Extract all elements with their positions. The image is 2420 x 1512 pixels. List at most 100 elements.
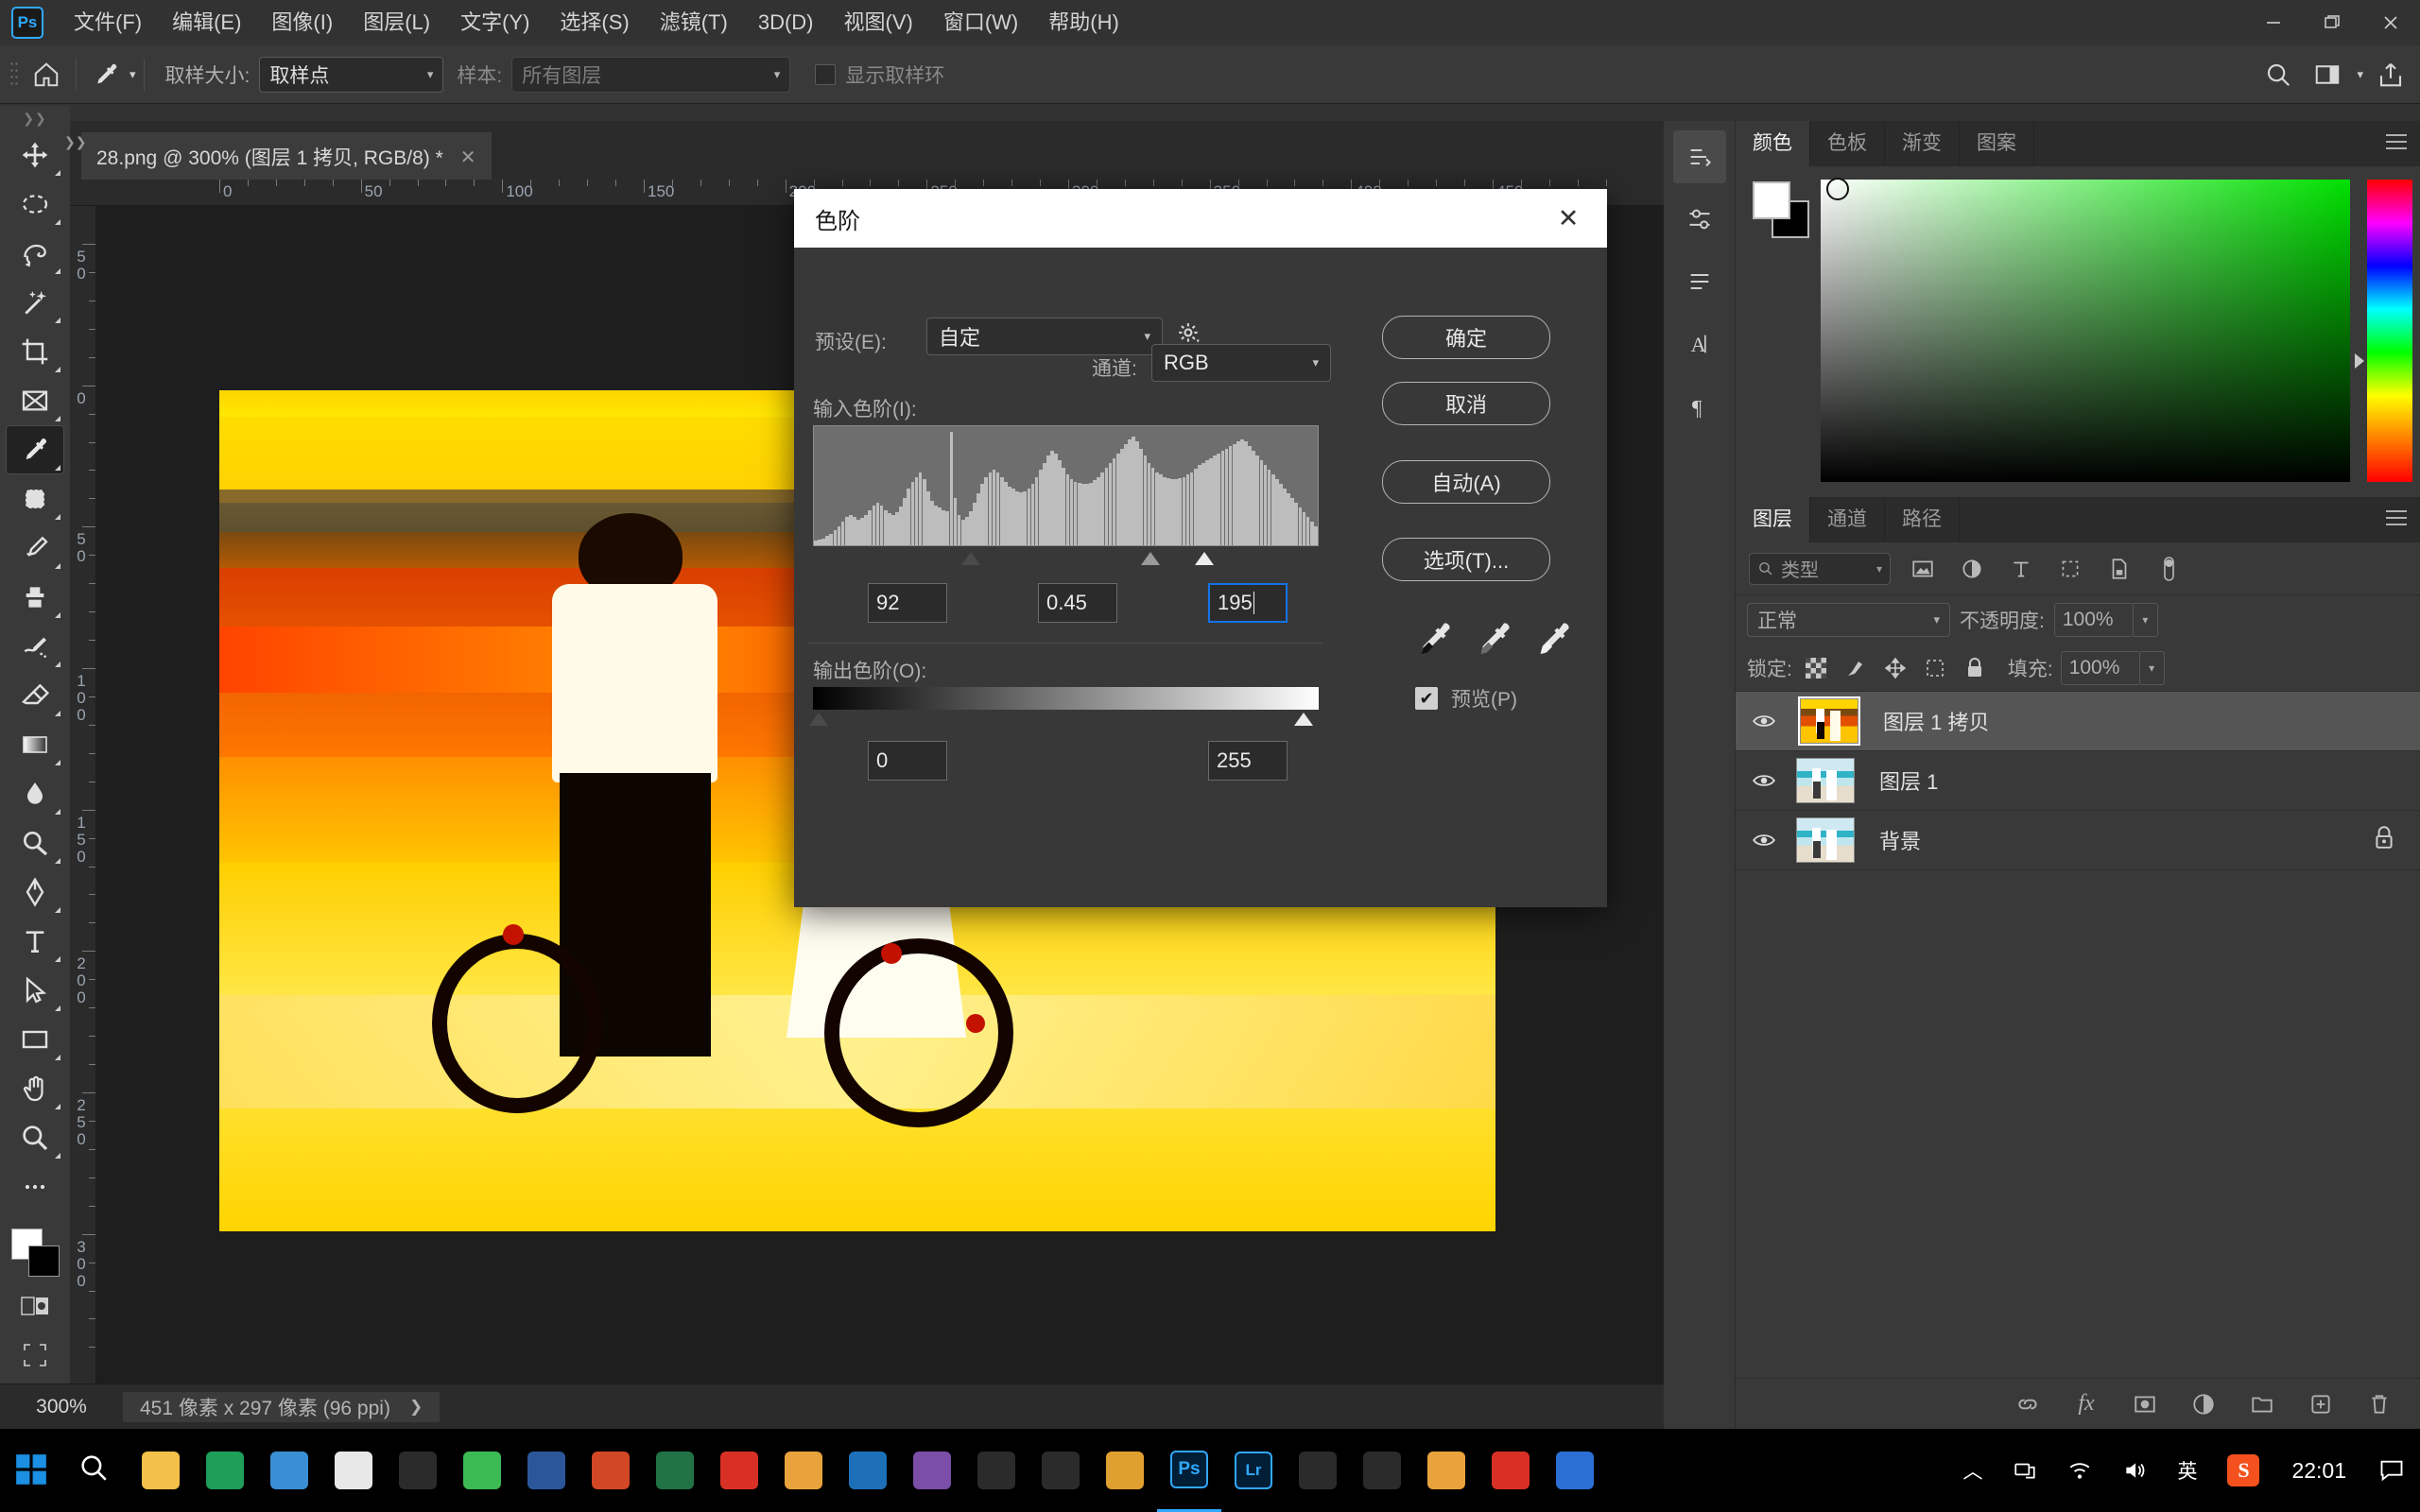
tool-app[interactable] <box>1350 1429 1414 1512</box>
output-white-slider[interactable] <box>1294 713 1313 726</box>
chrome-browser[interactable] <box>321 1429 386 1512</box>
document-tab[interactable]: 28.png @ 300% (图层 1 拷贝, RGB/8) * ✕ <box>81 132 492 180</box>
idea-app[interactable] <box>1028 1429 1093 1512</box>
dodge-tool[interactable] <box>6 818 64 868</box>
history-icon[interactable] <box>1672 130 1726 183</box>
brush-tool[interactable] <box>6 524 64 573</box>
clone-stamp-tool[interactable] <box>6 573 64 622</box>
menu-item-3[interactable]: 图层(L) <box>348 0 445 45</box>
qq-app[interactable] <box>386 1429 450 1512</box>
wifi-icon[interactable] <box>2052 1458 2107 1483</box>
wechat-app[interactable] <box>450 1429 514 1512</box>
output-black-field[interactable]: 0 <box>868 741 947 781</box>
input-highlight-field[interactable]: 195 <box>1208 583 1288 623</box>
blend-mode-select[interactable]: 正常 ▾ <box>1747 603 1950 637</box>
menu-item-1[interactable]: 编辑(E) <box>157 0 256 45</box>
zoom-tool[interactable] <box>6 1113 64 1162</box>
search-icon[interactable] <box>64 1429 129 1512</box>
layer-filter-type-select[interactable]: 类型 ▾ <box>1749 552 1891 585</box>
opacity-input[interactable]: 100% <box>2053 603 2134 637</box>
tool-preset-caret-icon[interactable]: ▾ <box>130 67 136 82</box>
type-filter-icon[interactable] <box>2004 552 2038 586</box>
gradient-tool[interactable] <box>6 720 64 769</box>
close-icon[interactable]: ✕ <box>1550 204 1586 233</box>
pen-tool[interactable] <box>6 868 64 917</box>
excel-app[interactable] <box>643 1429 707 1512</box>
options-button[interactable]: 选项(T)... <box>1382 538 1550 581</box>
blur-tool[interactable] <box>6 769 64 818</box>
close-button[interactable] <box>2361 0 2420 45</box>
pycharm-app[interactable] <box>964 1429 1028 1512</box>
panel-menu-icon[interactable] <box>2386 510 2407 530</box>
foreground-color-chip[interactable] <box>1753 181 1790 219</box>
menu-item-6[interactable]: 滤镜(T) <box>645 0 743 45</box>
hue-strip[interactable] <box>2367 180 2412 482</box>
fill-stepper[interactable]: ▾ <box>2139 650 2165 685</box>
close-icon[interactable]: ✕ <box>460 146 476 169</box>
show-sampling-ring-checkbox[interactable] <box>815 63 837 85</box>
output-white-field[interactable]: 255 <box>1208 741 1288 781</box>
lock-all-icon[interactable] <box>1959 652 1991 684</box>
layer-thumbnail[interactable] <box>1800 698 1858 744</box>
quick-mask-toggle[interactable] <box>6 1281 64 1331</box>
crop-tool[interactable] <box>6 327 64 376</box>
notification-icon[interactable] <box>2363 1457 2420 1484</box>
notes-app[interactable] <box>707 1429 771 1512</box>
chevron-down-icon[interactable]: ▾ <box>2357 67 2363 82</box>
terminal-app[interactable] <box>836 1429 900 1512</box>
volume-icon[interactable] <box>2107 1458 2162 1483</box>
screen-mode-toggle[interactable] <box>6 1331 64 1380</box>
layer-visibility-icon[interactable] <box>1736 828 1792 852</box>
color-panel-tab-3[interactable]: 图案 <box>1960 121 2034 166</box>
fill-input[interactable]: 100% <box>2060 650 2140 685</box>
paragraph-icon[interactable]: ¶ <box>1673 380 1726 433</box>
marquee-tool[interactable] <box>6 180 64 229</box>
layers-panel-tab-2[interactable]: 路径 <box>1885 497 1960 542</box>
fx-icon[interactable]: fx <box>2070 1388 2102 1420</box>
layer-thumbnail[interactable] <box>1796 817 1855 863</box>
file-explorer[interactable] <box>129 1429 193 1512</box>
options-bar-grip[interactable] <box>9 60 19 89</box>
black-point-eyedropper[interactable] <box>1413 618 1455 665</box>
input-highlight-slider[interactable] <box>1195 552 1214 565</box>
taskbar-clock[interactable]: 22:01 <box>2274 1458 2363 1484</box>
tools-panel-grip[interactable]: ❯❯ <box>0 106 70 130</box>
layer-thumbnail[interactable] <box>1796 758 1855 803</box>
search-icon[interactable] <box>2256 53 2300 96</box>
input-shadow-field[interactable]: 92 <box>868 583 947 623</box>
media-app[interactable] <box>900 1429 964 1512</box>
eraser-tool[interactable] <box>6 671 64 720</box>
link-icon[interactable] <box>2012 1388 2044 1420</box>
hand-tool[interactable] <box>6 1064 64 1113</box>
app-green[interactable] <box>193 1429 257 1512</box>
menu-item-2[interactable]: 图像(I) <box>256 0 348 45</box>
channel-select[interactable]: RGB ▾ <box>1151 344 1331 382</box>
table-row[interactable]: 图层 1 <box>1736 751 2420 811</box>
adjustments-icon[interactable] <box>1673 193 1726 246</box>
layers-panel-tab-0[interactable]: 图层 <box>1736 497 1810 542</box>
opacity-stepper[interactable]: ▾ <box>2133 603 2158 637</box>
lock-image-icon[interactable] <box>1840 652 1872 684</box>
input-midtone-slider[interactable] <box>1141 552 1160 565</box>
document-info[interactable]: 451 像素 x 297 像素 (96 ppi) ❯ <box>123 1391 441 1422</box>
menu-item-0[interactable]: 文件(F) <box>59 0 157 45</box>
healing-brush-tool[interactable] <box>6 474 64 524</box>
color-field[interactable] <box>1821 180 2350 482</box>
lock-position-icon[interactable] <box>1879 652 1911 684</box>
adjustment-filter-icon[interactable] <box>1955 552 1989 586</box>
preview-checkbox-row[interactable]: ✔ 预览(P) <box>1415 684 1517 713</box>
zoom-level[interactable]: 300% <box>0 1396 123 1418</box>
menu-item-8[interactable]: 视图(V) <box>829 0 928 45</box>
table-row[interactable]: 图层 1 拷贝 <box>1736 692 2420 751</box>
color-panel-tab-2[interactable]: 渐变 <box>1885 121 1960 166</box>
workspace-icon[interactable] <box>2306 53 2349 96</box>
image-filter-icon[interactable] <box>1906 552 1940 586</box>
sample-select[interactable]: 所有图层 ▾ <box>511 56 791 93</box>
history-brush-tool[interactable] <box>6 622 64 671</box>
properties-icon[interactable] <box>1673 255 1726 308</box>
menu-item-9[interactable]: 窗口(W) <box>928 0 1033 45</box>
cancel-button[interactable]: 取消 <box>1382 382 1550 425</box>
magic-wand-tool[interactable] <box>6 278 64 327</box>
maximize-button[interactable] <box>2303 0 2361 45</box>
mask-icon[interactable] <box>2129 1388 2161 1420</box>
